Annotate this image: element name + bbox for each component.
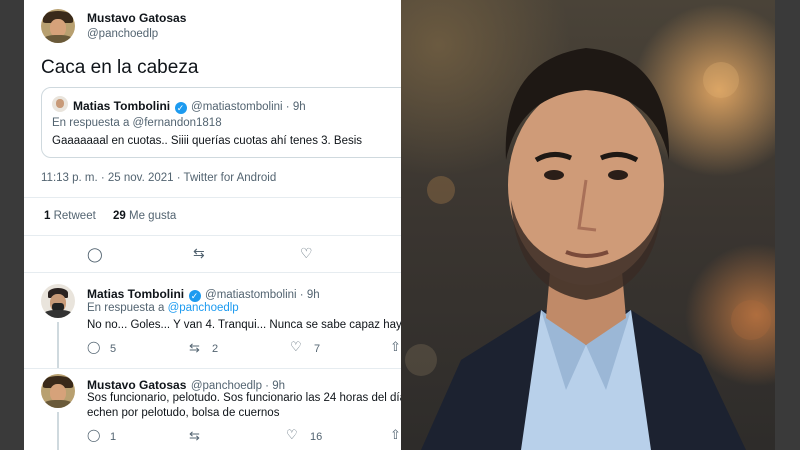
engagement-stats: 1 Retweet 29 Me gusta bbox=[44, 210, 176, 222]
verified-badge-icon: ✓ bbox=[188, 290, 201, 302]
reply-text-line-2: echen por pelotudo, bolsa de cuernos bbox=[87, 407, 280, 419]
reply-count: 1 bbox=[110, 431, 117, 443]
divider bbox=[24, 272, 401, 273]
author-name[interactable]: Mustavo Gatosas bbox=[87, 11, 186, 25]
quoted-author-name: Matias Tombolini bbox=[73, 99, 171, 113]
retweet-label[interactable]: Retweet bbox=[54, 210, 96, 222]
retweet-count[interactable]: 1 bbox=[44, 210, 50, 222]
portrait-illustration bbox=[405, 48, 771, 450]
likes-label[interactable]: Me gusta bbox=[129, 210, 176, 222]
avatar bbox=[52, 96, 68, 112]
reply-author-name[interactable]: Mustavo Gatosas bbox=[87, 378, 186, 392]
avatar[interactable] bbox=[41, 284, 75, 318]
likes-count[interactable]: 29 bbox=[113, 210, 126, 222]
divider bbox=[24, 235, 401, 236]
tweet-timestamp[interactable]: 11:13 p. m. · 25 nov. 2021 · Twitter for… bbox=[41, 172, 276, 184]
thread-line bbox=[57, 412, 59, 450]
portrait-photo bbox=[401, 0, 775, 450]
divider bbox=[24, 368, 401, 369]
reply-icon[interactable]: ◯ bbox=[87, 340, 100, 354]
verified-badge-icon: ✓ bbox=[174, 102, 187, 114]
author-handle[interactable]: @panchoedlp bbox=[87, 28, 158, 40]
reply-text-line-1: Sos funcionario, pelotudo. Sos funcionar… bbox=[87, 392, 401, 404]
tweet-panel: Mustavo Gatosas @panchoedlp Caca en la c… bbox=[24, 0, 401, 450]
tweet-text: Caca en la cabeza bbox=[41, 57, 199, 78]
reply-count: 5 bbox=[110, 343, 117, 355]
divider bbox=[24, 197, 401, 198]
like-icon[interactable]: ♡ bbox=[300, 245, 313, 262]
quoted-author-handle: @matiastombolini · 9h bbox=[191, 101, 306, 113]
avatar[interactable] bbox=[41, 9, 75, 43]
right-margin bbox=[775, 0, 800, 450]
share-icon[interactable]: ⇧ bbox=[390, 427, 401, 443]
retweet-icon[interactable]: ⇆ bbox=[189, 428, 200, 444]
reply-author-name[interactable]: Matias Tombolini bbox=[87, 287, 184, 301]
quoted-text: Gaaaaaaal en cuotas.. Siiii querías cuot… bbox=[52, 135, 363, 147]
retweet-icon[interactable]: ⇆ bbox=[193, 245, 205, 262]
like-icon[interactable]: ♡ bbox=[286, 427, 298, 443]
quoted-tweet[interactable]: Matias Tombolini ✓ @matiastombolini · 9h… bbox=[41, 87, 401, 158]
retweet-icon[interactable]: ⇆ bbox=[189, 340, 200, 356]
reply-context: En respuesta a @panchoedlp bbox=[87, 302, 239, 314]
avatar[interactable] bbox=[41, 374, 75, 408]
like-count: 7 bbox=[314, 343, 321, 355]
like-icon[interactable]: ♡ bbox=[290, 339, 302, 355]
retweet-count: 2 bbox=[212, 343, 219, 355]
thread-line bbox=[57, 322, 59, 368]
reply-icon[interactable]: ◯ bbox=[87, 246, 103, 263]
like-count: 16 bbox=[310, 431, 323, 443]
reply-context-handle[interactable]: @panchoedlp bbox=[168, 302, 239, 314]
reply-author-handle[interactable]: @panchoedlp · 9h bbox=[191, 380, 285, 392]
reply-context: En respuesta a @fernandon1818 bbox=[52, 117, 222, 129]
reply-context-prefix: En respuesta a bbox=[87, 302, 165, 314]
reply-author-handle[interactable]: @matiastombolini · 9h bbox=[205, 289, 320, 301]
reply-text: No no... Goles... Y van 4. Tranqui... Nu… bbox=[87, 319, 401, 331]
left-margin bbox=[0, 0, 24, 450]
reply-icon[interactable]: ◯ bbox=[87, 428, 100, 442]
share-icon[interactable]: ⇧ bbox=[390, 339, 401, 355]
